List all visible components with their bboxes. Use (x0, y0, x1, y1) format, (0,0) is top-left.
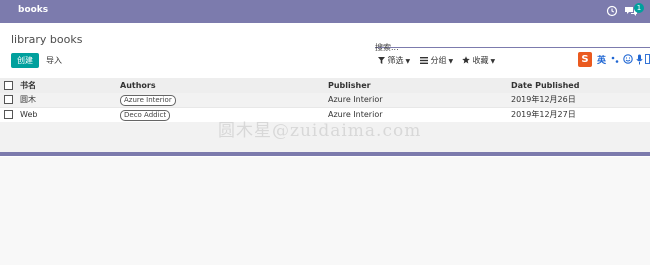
author-tag: Deco Addict (120, 110, 171, 121)
group-by-button[interactable]: 分组 ▼ (420, 54, 453, 67)
filters-caret-icon: ▼ (405, 58, 411, 65)
column-header-date-published[interactable]: Date Published (511, 78, 579, 93)
row-checkbox[interactable] (4, 95, 13, 104)
row-checkbox[interactable] (4, 110, 13, 119)
column-header-publisher[interactable]: Publisher (328, 78, 371, 93)
top-navbar: books 1 (0, 0, 650, 23)
favorites-caret-icon: ▼ (490, 58, 496, 65)
import-button[interactable]: 导入 (42, 53, 66, 68)
book-name-cell: 圆木 (20, 95, 36, 104)
watermark: 圆木星@zuidaima.com (218, 121, 422, 141)
breadcrumb: library books (11, 33, 83, 46)
author-tag: Azure Interior (120, 95, 176, 106)
create-button[interactable]: 创建 (11, 53, 39, 68)
filters-label: 筛选 (387, 56, 404, 65)
keyboard-icon[interactable] (645, 54, 650, 64)
search-box[interactable] (375, 35, 650, 54)
select-all-checkbox[interactable] (4, 81, 13, 90)
favorites-button[interactable]: 收藏 ▼ (462, 54, 495, 67)
list-icon (420, 57, 428, 64)
column-header-authors[interactable]: Authors (120, 78, 156, 93)
filter-icon (378, 57, 385, 64)
table-row[interactable]: 圆木 Azure Interior Azure Interior 2019年12… (0, 93, 650, 108)
ime-mode-toggle[interactable]: 英 (597, 53, 606, 66)
date-published-cell: 2019年12月27日 (511, 110, 576, 119)
ime-logo[interactable]: S (578, 52, 592, 67)
publisher-cell: Azure Interior (328, 95, 383, 104)
microphone-icon[interactable] (636, 54, 643, 65)
clock-icon[interactable] (606, 5, 618, 17)
emoji-icon[interactable] (623, 54, 633, 64)
filters-button[interactable]: 筛选 ▼ (378, 54, 410, 67)
search-input[interactable] (375, 41, 575, 54)
group-by-caret-icon: ▼ (448, 58, 454, 65)
chat-badge: 1 (634, 3, 644, 13)
ime-toolbar: S 英 (578, 51, 650, 69)
panel-bottom-border (0, 152, 650, 156)
favorites-label: 收藏 (472, 56, 489, 65)
punctuation-icon[interactable] (611, 55, 620, 64)
column-header-name[interactable]: 书名 (20, 78, 36, 93)
star-icon (462, 56, 470, 64)
date-published-cell: 2019年12月26日 (511, 95, 576, 104)
book-name-cell: Web (20, 110, 38, 119)
table-header: 书名 Authors Publisher Date Published (0, 78, 650, 94)
app-title[interactable]: books (18, 5, 48, 15)
group-by-label: 分组 (430, 56, 447, 65)
